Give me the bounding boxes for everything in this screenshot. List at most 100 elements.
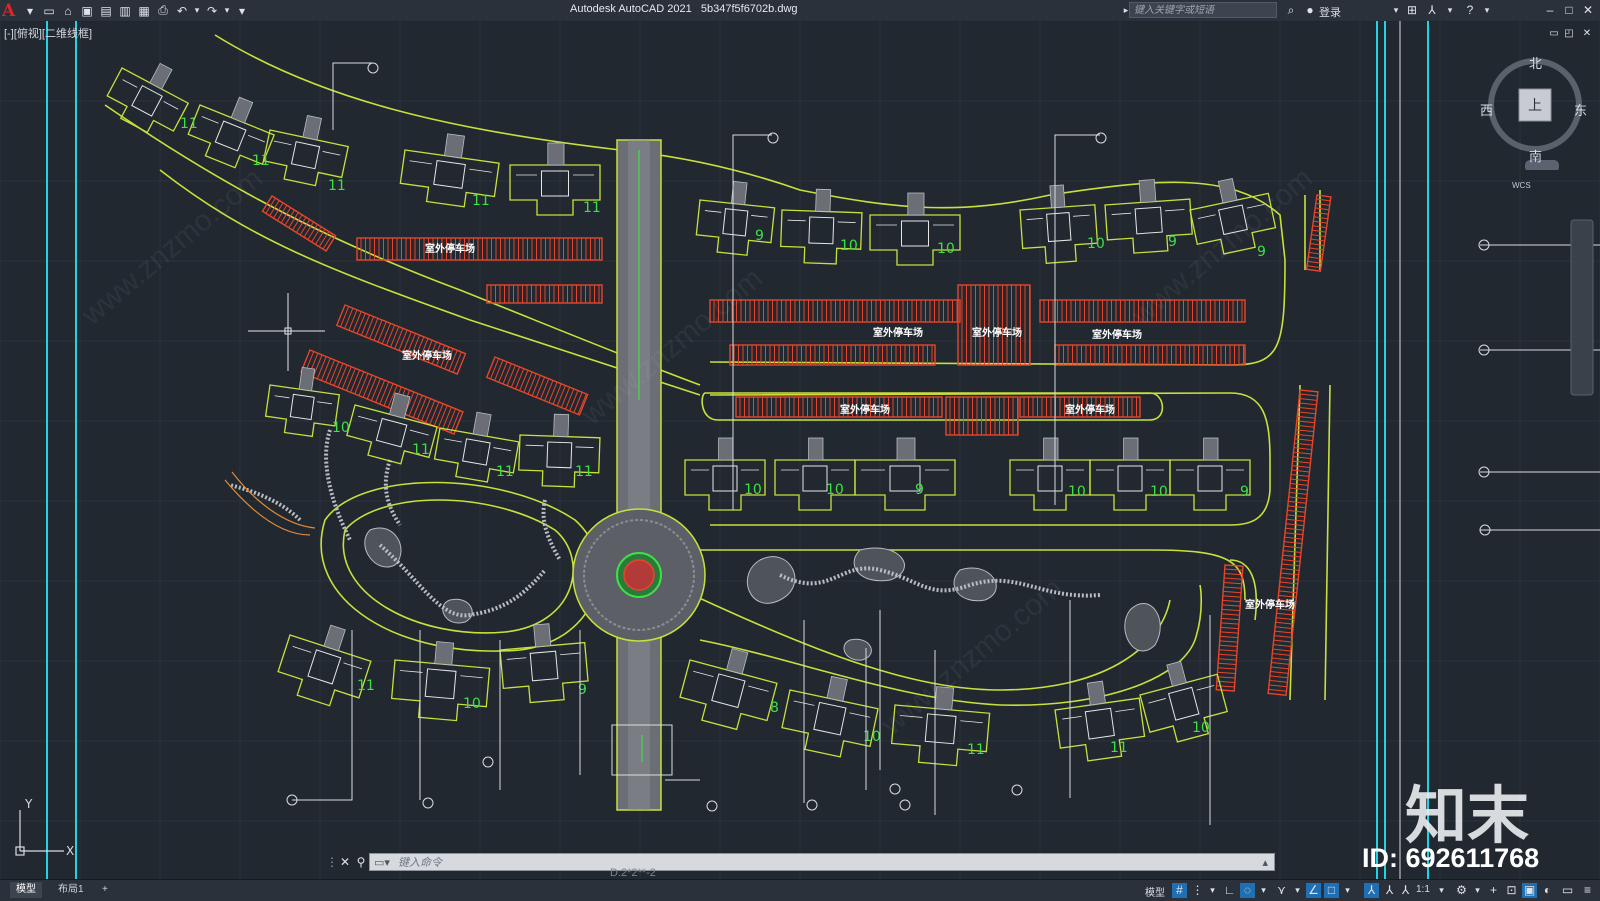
annotation-scale-icon[interactable]: ⅄ (1398, 883, 1413, 898)
object-snap-icon[interactable]: □ (1324, 883, 1339, 898)
scale-dropdown-icon[interactable]: ▾ (1434, 883, 1449, 898)
cart-icon[interactable]: ⊞ (1404, 2, 1420, 18)
minimize-icon[interactable]: – (1542, 2, 1558, 18)
viewport-close-icon[interactable]: ✕ (1581, 27, 1593, 39)
snap-mode-icon[interactable]: ⋮ (1190, 883, 1205, 898)
floor-count: 11 (472, 193, 490, 209)
polar-tracking-icon[interactable]: ◌ (1240, 883, 1255, 898)
ortho-mode-icon[interactable]: ∟ (1222, 883, 1237, 898)
tab-add-layout[interactable]: + (96, 882, 114, 898)
floor-count: 8 (770, 700, 779, 716)
redo-dropdown-icon[interactable]: ▾ (223, 3, 231, 19)
command-input[interactable]: ▭▾ 键入命令 ▴ (369, 853, 1275, 871)
floor-count: 11 (496, 464, 514, 480)
viewcube-north[interactable]: 北 (1529, 53, 1542, 72)
parking-row (1267, 389, 1319, 696)
viewcube-east[interactable]: 东 (1574, 100, 1587, 119)
workspace-gear-icon[interactable]: ⚙ (1454, 883, 1469, 898)
floor-count: 10 (1068, 484, 1086, 500)
close-icon[interactable]: ✕ (1580, 2, 1596, 18)
object-snap-tracking-icon[interactable]: ∠ (1306, 883, 1321, 898)
new-icon[interactable]: ▭ (41, 3, 57, 19)
annotation-monitor-icon[interactable]: + (1486, 883, 1501, 898)
floor-count: 10 (1150, 484, 1168, 500)
osnap-dropdown-icon[interactable]: ▾ (1340, 883, 1355, 898)
viewport-maximize-icon[interactable]: ◰ (1563, 27, 1575, 39)
undo-icon[interactable]: ↶ (174, 3, 190, 19)
redo-icon[interactable]: ↷ (204, 3, 220, 19)
tab-layout1[interactable]: 布局1 (52, 882, 90, 898)
polar-dropdown-icon[interactable]: ▾ (1256, 883, 1271, 898)
residential-building (277, 624, 372, 707)
tab-model[interactable]: 模型 (10, 882, 42, 898)
snap-dropdown-icon[interactable]: ▾ (1205, 883, 1220, 898)
annotation-visibility-icon[interactable]: ⅄ (1364, 883, 1379, 898)
command-residue: D:2*2**-2 (610, 867, 656, 879)
residential-building (1139, 660, 1229, 743)
parking-row (945, 396, 1019, 436)
quick-properties-icon[interactable]: ▣ (1522, 883, 1537, 898)
search-icon[interactable]: ⌕ (1283, 2, 1299, 18)
residential-building (774, 437, 856, 511)
customize-icon[interactable]: ▾ (234, 3, 250, 19)
app-menu-chevron-icon[interactable]: ▾ (22, 3, 38, 19)
floor-count: 11 (252, 153, 270, 169)
annotation-scale-value[interactable]: 1:1 (1416, 884, 1430, 895)
search-input[interactable]: 键入关键字或短语 (1129, 2, 1277, 18)
help-dropdown-icon[interactable]: ▾ (1479, 2, 1495, 18)
isodraft-icon[interactable]: ⋎ (1274, 883, 1289, 898)
navigation-bar[interactable] (1570, 219, 1594, 396)
floor-count: 9 (1257, 244, 1266, 260)
residential-building (1169, 437, 1251, 511)
file-name: 5b347f5f6702b.dwg (700, 3, 798, 15)
units-icon[interactable]: ⊡ (1504, 883, 1519, 898)
isolate-objects-icon[interactable]: ◐ (1540, 883, 1555, 898)
plot-icon[interactable]: ▦ (136, 3, 152, 19)
cmd-history-icon[interactable]: ▴ (1262, 854, 1268, 872)
residential-building (679, 648, 778, 731)
autocad-logo-icon[interactable]: A (2, 1, 20, 21)
viewport-controls-label[interactable]: [-][俯视][二维线框] (4, 25, 92, 41)
parking-label: 室外停车场 (840, 403, 890, 416)
auto-scale-icon[interactable]: ⅄ (1382, 883, 1397, 898)
maximize-icon[interactable]: □ (1561, 2, 1577, 18)
brand-watermark: 知末 (1405, 779, 1530, 852)
model-space-label[interactable]: 模型 (1145, 884, 1165, 899)
print-icon[interactable]: ⎙ (155, 3, 171, 19)
cmd-grip-icon[interactable]: ⋮ (326, 854, 338, 870)
clean-screen-icon[interactable]: ▭ (1560, 883, 1575, 898)
floor-count: 10 (840, 238, 858, 254)
publish-icon[interactable]: ▥ (117, 3, 133, 19)
viewcube-top-face[interactable]: 上 (1528, 95, 1542, 115)
cmd-customize-icon[interactable]: ⚲ (353, 854, 369, 870)
floor-count: 10 (463, 696, 481, 712)
user-icon[interactable]: ● (1302, 2, 1318, 18)
signin-dropdown-icon[interactable]: ▾ (1388, 2, 1404, 18)
title-bar: A ▾ ▭ ⌂ ▣ ▤ ▥ ▦ ⎙ ↶ ▾ ↷ ▾ ▾ Autodesk Aut… (0, 0, 1600, 22)
a360-dropdown-icon[interactable]: ▾ (1442, 2, 1458, 18)
wcs-menu[interactable]: WCS (1512, 181, 1531, 190)
customization-menu-icon[interactable]: ≡ (1580, 883, 1595, 898)
help-icon[interactable]: ? (1462, 2, 1478, 18)
viewcube[interactable]: 北 南 东 西 上 WCS (1480, 50, 1590, 190)
grid-display-icon[interactable]: # (1172, 883, 1187, 898)
command-line: ⋮ ✕ ⚲ ▭▾ 键入命令 ▴ (326, 852, 1275, 872)
undo-dropdown-icon[interactable]: ▾ (193, 3, 201, 19)
viewcube-west[interactable]: 西 (1480, 100, 1493, 119)
open-icon[interactable]: ⌂ (60, 3, 76, 19)
parking-label: 室外停车场 (1245, 598, 1295, 611)
cmd-close-icon[interactable]: ✕ (337, 854, 353, 870)
status-bar: 模型 布局1 + 模型 # ⋮ ▾ ∟ ◌ ▾ ⋎ ▾ ∠ □ ▾ ⅄ ⅄ ⅄ … (0, 879, 1600, 901)
signin-label[interactable]: 登录 (1319, 4, 1341, 20)
isodraft-dropdown-icon[interactable]: ▾ (1290, 883, 1305, 898)
autodesk-a360-icon[interactable]: ⅄ (1424, 2, 1440, 18)
cmd-recent-icon[interactable]: ▭▾ (374, 854, 390, 872)
viewport-restore-icon[interactable]: ▭ (1548, 27, 1560, 39)
drawing-canvas[interactable]: 室外停车场 室外停车场 室外停车场 室外停车场 室外停车场 室外停车场 室外停车… (0, 21, 1600, 879)
workspace-dropdown-icon[interactable]: ▾ (1470, 883, 1485, 898)
viewcube-south[interactable]: 南 (1529, 146, 1542, 165)
residential-building (684, 437, 766, 511)
save-icon[interactable]: ▣ (79, 3, 95, 19)
floor-count: 10 (937, 241, 955, 257)
saveas-icon[interactable]: ▤ (98, 3, 114, 19)
